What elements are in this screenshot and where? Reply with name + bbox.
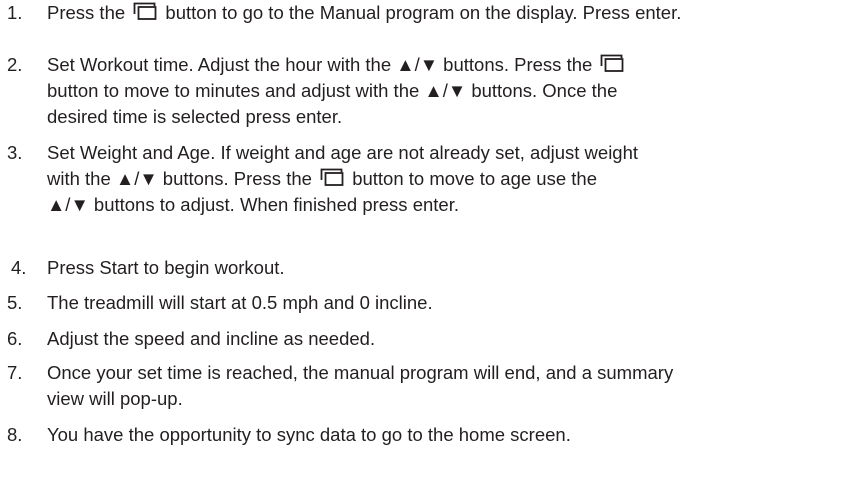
- step-number: 6.: [7, 328, 23, 349]
- step-number: 5.: [7, 292, 23, 313]
- step-text-line: Press the button to go to the Manual pro…: [47, 0, 857, 26]
- step-text: The treadmill will start at 0.5 mph and …: [47, 290, 857, 316]
- step-text-line: Once your set time is reached, the manua…: [47, 360, 857, 386]
- step-text-line: ▲/▼ buttons to adjust. When finished pre…: [47, 192, 857, 218]
- step-text-segment: Once your set time is reached, the manua…: [47, 362, 674, 383]
- step-text-segment: The treadmill will start at 0.5 mph and …: [47, 292, 433, 313]
- step-text-line: Set Workout time. Adjust the hour with t…: [47, 52, 857, 78]
- step-text-segment: button to go to the Manual program on th…: [160, 2, 682, 23]
- step-text-segment: with the ▲/▼ buttons. Press the: [47, 168, 318, 189]
- step-text: Press the button to go to the Manual pro…: [47, 0, 857, 26]
- step-text: Once your set time is reached, the manua…: [47, 360, 857, 412]
- step-text-segment: Adjust the speed and incline as needed.: [47, 328, 376, 349]
- step-number: 4.: [11, 257, 27, 278]
- step-text-segment: You have the opportunity to sync data to…: [47, 424, 571, 445]
- step-text: Adjust the speed and incline as needed.: [47, 326, 857, 352]
- step-text-segment: view will pop-up.: [47, 388, 183, 409]
- step-text-segment: button to move to minutes and adjust wit…: [47, 80, 618, 101]
- step-text-line: desired time is selected press enter.: [47, 104, 857, 130]
- step-text-line: with the ▲/▼ buttons. Press the button t…: [47, 166, 857, 192]
- step-text-segment: Press the: [47, 2, 131, 23]
- step-number: 7.: [7, 362, 23, 383]
- step-text: Set Weight and Age. If weight and age ar…: [47, 140, 857, 218]
- mode-button-icon: [132, 1, 158, 21]
- step-text-segment: desired time is selected press enter.: [47, 106, 343, 127]
- step-text: You have the opportunity to sync data to…: [47, 422, 857, 448]
- step-text-segment: Set Workout time. Adjust the hour with t…: [47, 54, 598, 75]
- mode-button-icon: [599, 53, 625, 73]
- step-text-line: view will pop-up.: [47, 386, 857, 412]
- instruction-list: 1. Press the button to go to the Manual p…: [0, 0, 862, 485]
- step-number: 3.: [7, 142, 23, 163]
- step-text-line: Set Weight and Age. If weight and age ar…: [47, 140, 857, 166]
- step-text-line: Press Start to begin workout.: [47, 255, 857, 281]
- step-text-segment: Press Start to begin workout.: [47, 257, 285, 278]
- step-number: 8.: [7, 424, 23, 445]
- step-text-segment: ▲/▼ buttons to adjust. When finished pre…: [47, 194, 459, 215]
- mode-button-icon: [319, 167, 345, 187]
- step-text: Press Start to begin workout.: [47, 255, 857, 281]
- step-text-line: The treadmill will start at 0.5 mph and …: [47, 290, 857, 316]
- step-text: Set Workout time. Adjust the hour with t…: [47, 52, 857, 130]
- step-text-segment: button to move to age use the: [347, 168, 597, 189]
- step-text-line: button to move to minutes and adjust wit…: [47, 78, 857, 104]
- step-text-line: You have the opportunity to sync data to…: [47, 422, 857, 448]
- step-number: 2.: [7, 54, 23, 75]
- step-number: 1.: [7, 2, 23, 23]
- step-text-line: Adjust the speed and incline as needed.: [47, 326, 857, 352]
- step-text-segment: Set Weight and Age. If weight and age ar…: [47, 142, 639, 163]
